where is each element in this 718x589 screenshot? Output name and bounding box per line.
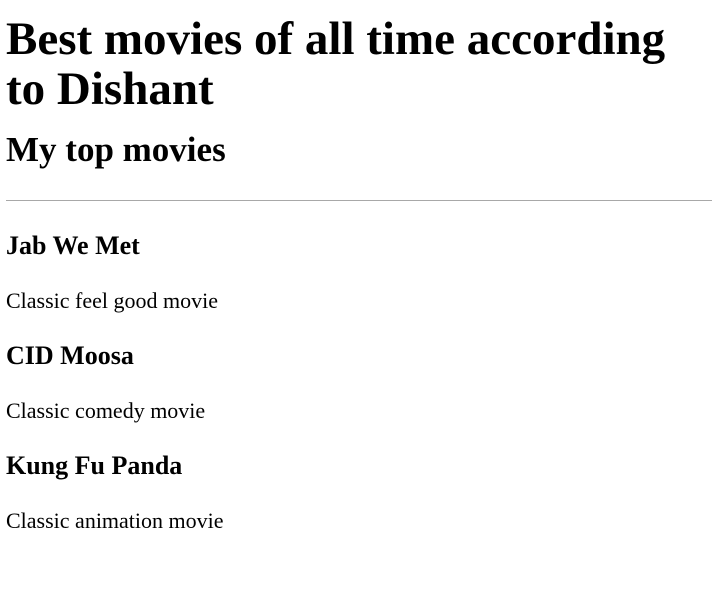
- movie-title: Kung Fu Panda: [6, 451, 183, 480]
- page-title: Best movies of all time according to Dis…: [6, 13, 666, 115]
- movie-description: Classic comedy movie: [6, 398, 206, 423]
- movie-item: CID Moosa Classic comedy movie: [6, 314, 712, 424]
- movie-description: Classic feel good movie: [6, 288, 219, 313]
- page-subtitle: My top movies: [6, 130, 226, 169]
- movie-item: Jab We Met Classic feel good movie: [6, 201, 712, 314]
- movie-description: Classic animation movie: [6, 508, 224, 533]
- movie-title: Jab We Met: [6, 231, 140, 260]
- page-body: Best movies of all time according to Dis…: [0, 0, 718, 589]
- movie-list: Jab We Met Classic feel good movie CID M…: [6, 201, 712, 534]
- movie-title: CID Moosa: [6, 341, 134, 370]
- movie-item: Kung Fu Panda Classic animation movie: [6, 424, 712, 534]
